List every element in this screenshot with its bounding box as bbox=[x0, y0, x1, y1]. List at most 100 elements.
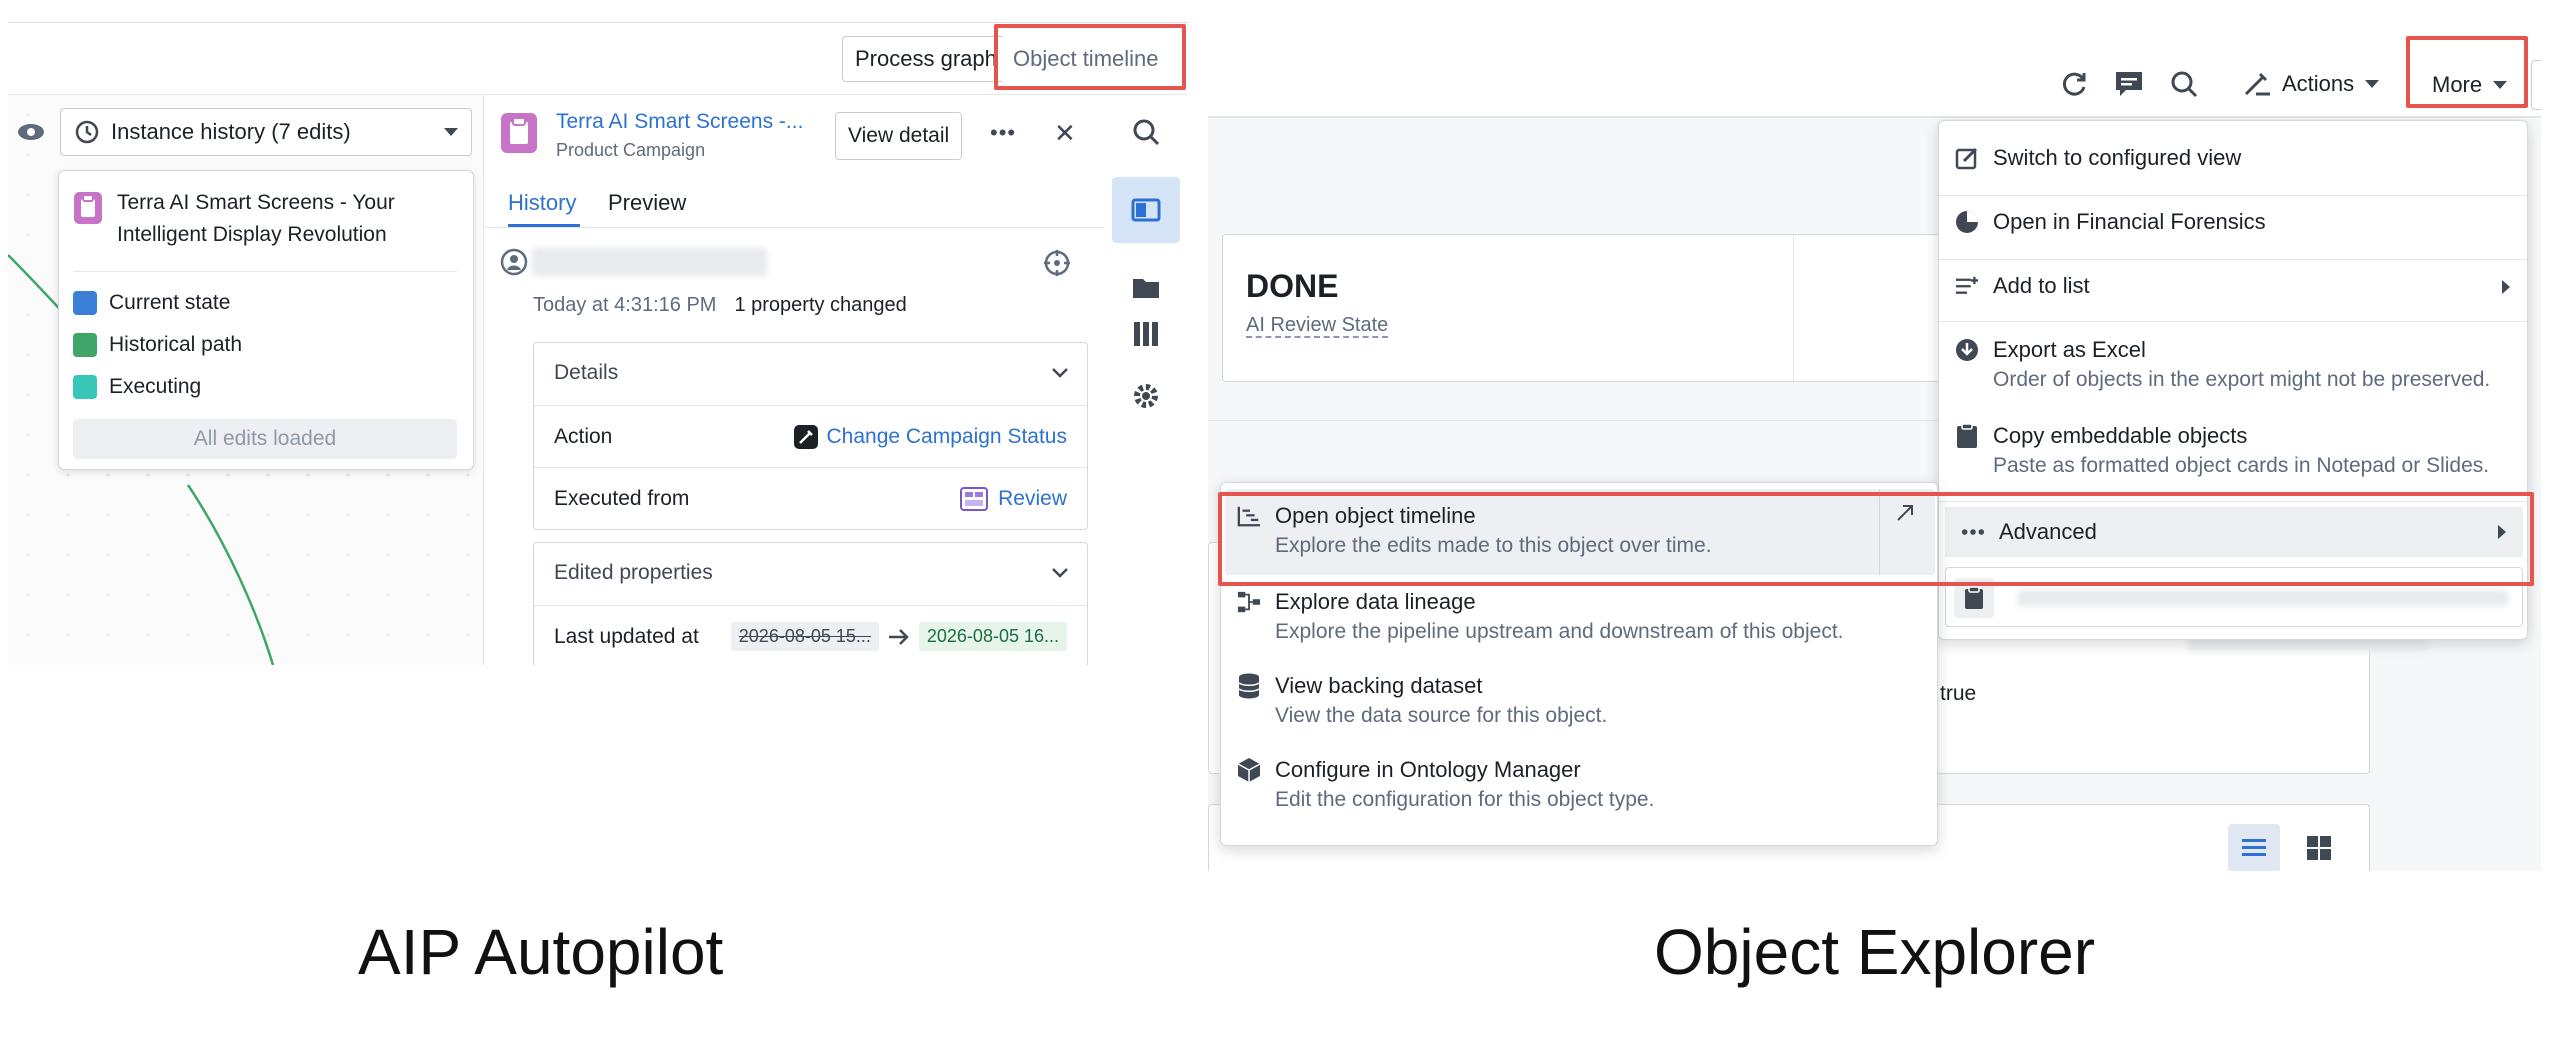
legend-label: Current state bbox=[109, 291, 231, 314]
chevron-down-icon bbox=[1051, 367, 1069, 379]
chevron-down-icon bbox=[1051, 567, 1069, 579]
download-icon bbox=[1955, 335, 1979, 365]
menu-item-desc: Order of objects in the export might not… bbox=[1993, 368, 2491, 391]
list-add-icon bbox=[1955, 271, 1979, 301]
crosshair-icon[interactable] bbox=[1042, 248, 1072, 278]
menu-item-title: Advanced bbox=[1999, 519, 2097, 544]
new-value: 2026-08-05 16... bbox=[918, 622, 1067, 651]
columns-icon[interactable] bbox=[1121, 309, 1171, 359]
menu-item-title: Add to list bbox=[1993, 273, 2090, 298]
action-label: Action bbox=[554, 424, 613, 448]
edit-entry-meta: Today at 4:31:16 PM 1 property changed bbox=[533, 294, 907, 317]
review-link[interactable]: Review bbox=[998, 487, 1067, 511]
folder-icon[interactable] bbox=[1121, 263, 1171, 313]
details-header[interactable]: Details bbox=[554, 361, 1069, 385]
panel-icon[interactable] bbox=[1112, 177, 1180, 243]
search-icon[interactable] bbox=[1121, 107, 1171, 157]
close-icon[interactable]: ✕ bbox=[1054, 118, 1076, 149]
object-timeline-tab[interactable]: Object timeline bbox=[1000, 36, 1172, 82]
history-legend-popover: Terra AI Smart Screens - Your Intelligen… bbox=[58, 170, 474, 470]
edited-properties-header[interactable]: Edited properties bbox=[554, 561, 1069, 585]
menu-item-desc: Explore the pipeline upstream and downst… bbox=[1275, 620, 1844, 643]
gear-icon[interactable] bbox=[1121, 371, 1171, 421]
view-detail-button[interactable]: View detail bbox=[835, 112, 963, 160]
executed-from-row: Executed from Review bbox=[534, 467, 1087, 529]
menu-item-title: Copy embeddable objects bbox=[1993, 423, 2248, 448]
menu-open-financial-forensics[interactable]: Open in Financial Forensics bbox=[1939, 207, 2527, 237]
status-label[interactable]: AI Review State bbox=[1246, 314, 1388, 337]
clipboard-input[interactable] bbox=[1945, 567, 2523, 627]
menu-open-object-timeline[interactable]: Open object timeline Explore the edits m… bbox=[1221, 501, 1937, 561]
caret-right-icon bbox=[2501, 279, 2511, 295]
object-type-label: Product Campaign bbox=[556, 140, 706, 160]
actions-button[interactable]: Actions bbox=[2242, 70, 2380, 98]
tab-preview[interactable]: Preview bbox=[608, 190, 686, 216]
legend-label: Historical path bbox=[109, 333, 243, 356]
more-options-icon[interactable]: ••• bbox=[990, 120, 1016, 146]
action-row: Action Change Campaign Status bbox=[534, 405, 1087, 467]
tab-history[interactable]: History bbox=[508, 190, 576, 216]
menu-item-desc: Explore the edits made to this object ov… bbox=[1275, 534, 1712, 557]
history-icon bbox=[73, 118, 101, 146]
menu-copy-embeddable[interactable]: Copy embeddable objects Paste as formatt… bbox=[1939, 421, 2527, 481]
clipboard-icon bbox=[73, 191, 103, 225]
edit-timestamp: Today at 4:31:16 PM bbox=[533, 294, 717, 316]
menu-export-excel[interactable]: Export as Excel Order of objects in the … bbox=[1939, 335, 2527, 395]
popover-object-title: Terra AI Smart Screens - Your Intelligen… bbox=[117, 191, 395, 246]
legend-historical-path: Historical path bbox=[73, 333, 242, 357]
menu-switch-configured-view[interactable]: Switch to configured view bbox=[1939, 143, 2527, 173]
cube-icon bbox=[1237, 755, 1261, 785]
actions-icon bbox=[2242, 70, 2272, 98]
clipboard-icon bbox=[1955, 421, 1979, 451]
open-in-new-icon[interactable] bbox=[1895, 503, 1915, 523]
more-button[interactable]: More bbox=[2420, 60, 2521, 110]
details-section: Details Action Change Campaign Status Ex… bbox=[533, 342, 1088, 530]
change-campaign-status-link[interactable]: Change Campaign Status bbox=[827, 425, 1068, 449]
pencil-icon bbox=[793, 424, 819, 450]
menu-add-to-list[interactable]: Add to list bbox=[1939, 271, 2527, 301]
menu-advanced[interactable]: Advanced bbox=[1945, 507, 2523, 557]
details-header-label: Details bbox=[554, 361, 619, 384]
menu-item-title: Open object timeline bbox=[1275, 503, 1476, 528]
menu-item-title: Open in Financial Forensics bbox=[1993, 209, 2266, 234]
review-app-icon bbox=[960, 486, 989, 511]
database-icon bbox=[1237, 671, 1261, 701]
redacted-username bbox=[532, 248, 767, 276]
instance-history-select[interactable]: Instance history (7 edits) bbox=[60, 108, 472, 156]
comment-icon[interactable] bbox=[2114, 70, 2144, 98]
property-true-value: true bbox=[1940, 682, 1977, 705]
lineage-icon bbox=[1237, 587, 1261, 617]
menu-item-desc: View the data source for this object. bbox=[1275, 704, 1608, 727]
legend-executing: Executing bbox=[73, 375, 201, 399]
menu-item-title: Switch to configured view bbox=[1993, 145, 2242, 170]
edited-properties-section: Edited properties Last updated at 2026-0… bbox=[533, 542, 1088, 665]
caption-object-explorer: Object Explorer bbox=[1654, 916, 2096, 988]
menu-configure-ontology-manager[interactable]: Configure in Ontology Manager Edit the c… bbox=[1221, 755, 1937, 815]
edited-properties-label: Edited properties bbox=[554, 561, 713, 584]
actions-label: Actions bbox=[2282, 71, 2355, 96]
user-avatar-icon bbox=[500, 248, 528, 276]
current-state-swatch bbox=[73, 291, 97, 315]
list-view-icon[interactable] bbox=[2228, 824, 2280, 871]
object-explorer-screenshot: Actions More DONE AI Review State true S… bbox=[1208, 22, 2541, 871]
legend-label: Executing bbox=[109, 375, 202, 398]
grid-view-icon[interactable] bbox=[2294, 824, 2344, 871]
menu-view-backing-dataset[interactable]: View backing dataset View the data sourc… bbox=[1221, 671, 1937, 731]
object-title-link[interactable]: Terra AI Smart Screens -... bbox=[556, 110, 803, 134]
search-icon[interactable] bbox=[2170, 70, 2198, 98]
last-updated-row: Last updated at 2026-08-05 15... 2026-08… bbox=[534, 605, 1087, 665]
menu-item-desc: Edit the configuration for this object t… bbox=[1275, 788, 1655, 811]
clipboard-icon bbox=[1954, 578, 1994, 618]
more-label: More bbox=[2432, 72, 2483, 97]
last-updated-label: Last updated at bbox=[554, 624, 699, 648]
caret-down-icon bbox=[443, 127, 459, 137]
process-graph-label: Process graph bbox=[855, 46, 997, 71]
menu-item-title: Configure in Ontology Manager bbox=[1275, 757, 1581, 782]
status-value: DONE bbox=[1246, 268, 1339, 304]
timeline-icon bbox=[1237, 501, 1261, 531]
eye-icon[interactable] bbox=[16, 120, 46, 144]
aip-autopilot-screenshot: Process graph Object timeline Instance h… bbox=[8, 22, 1188, 665]
menu-explore-data-lineage[interactable]: Explore data lineage Explore the pipelin… bbox=[1221, 587, 1937, 647]
refresh-icon[interactable] bbox=[2060, 70, 2088, 98]
process-graph-tab[interactable]: Process graph bbox=[842, 36, 1010, 82]
